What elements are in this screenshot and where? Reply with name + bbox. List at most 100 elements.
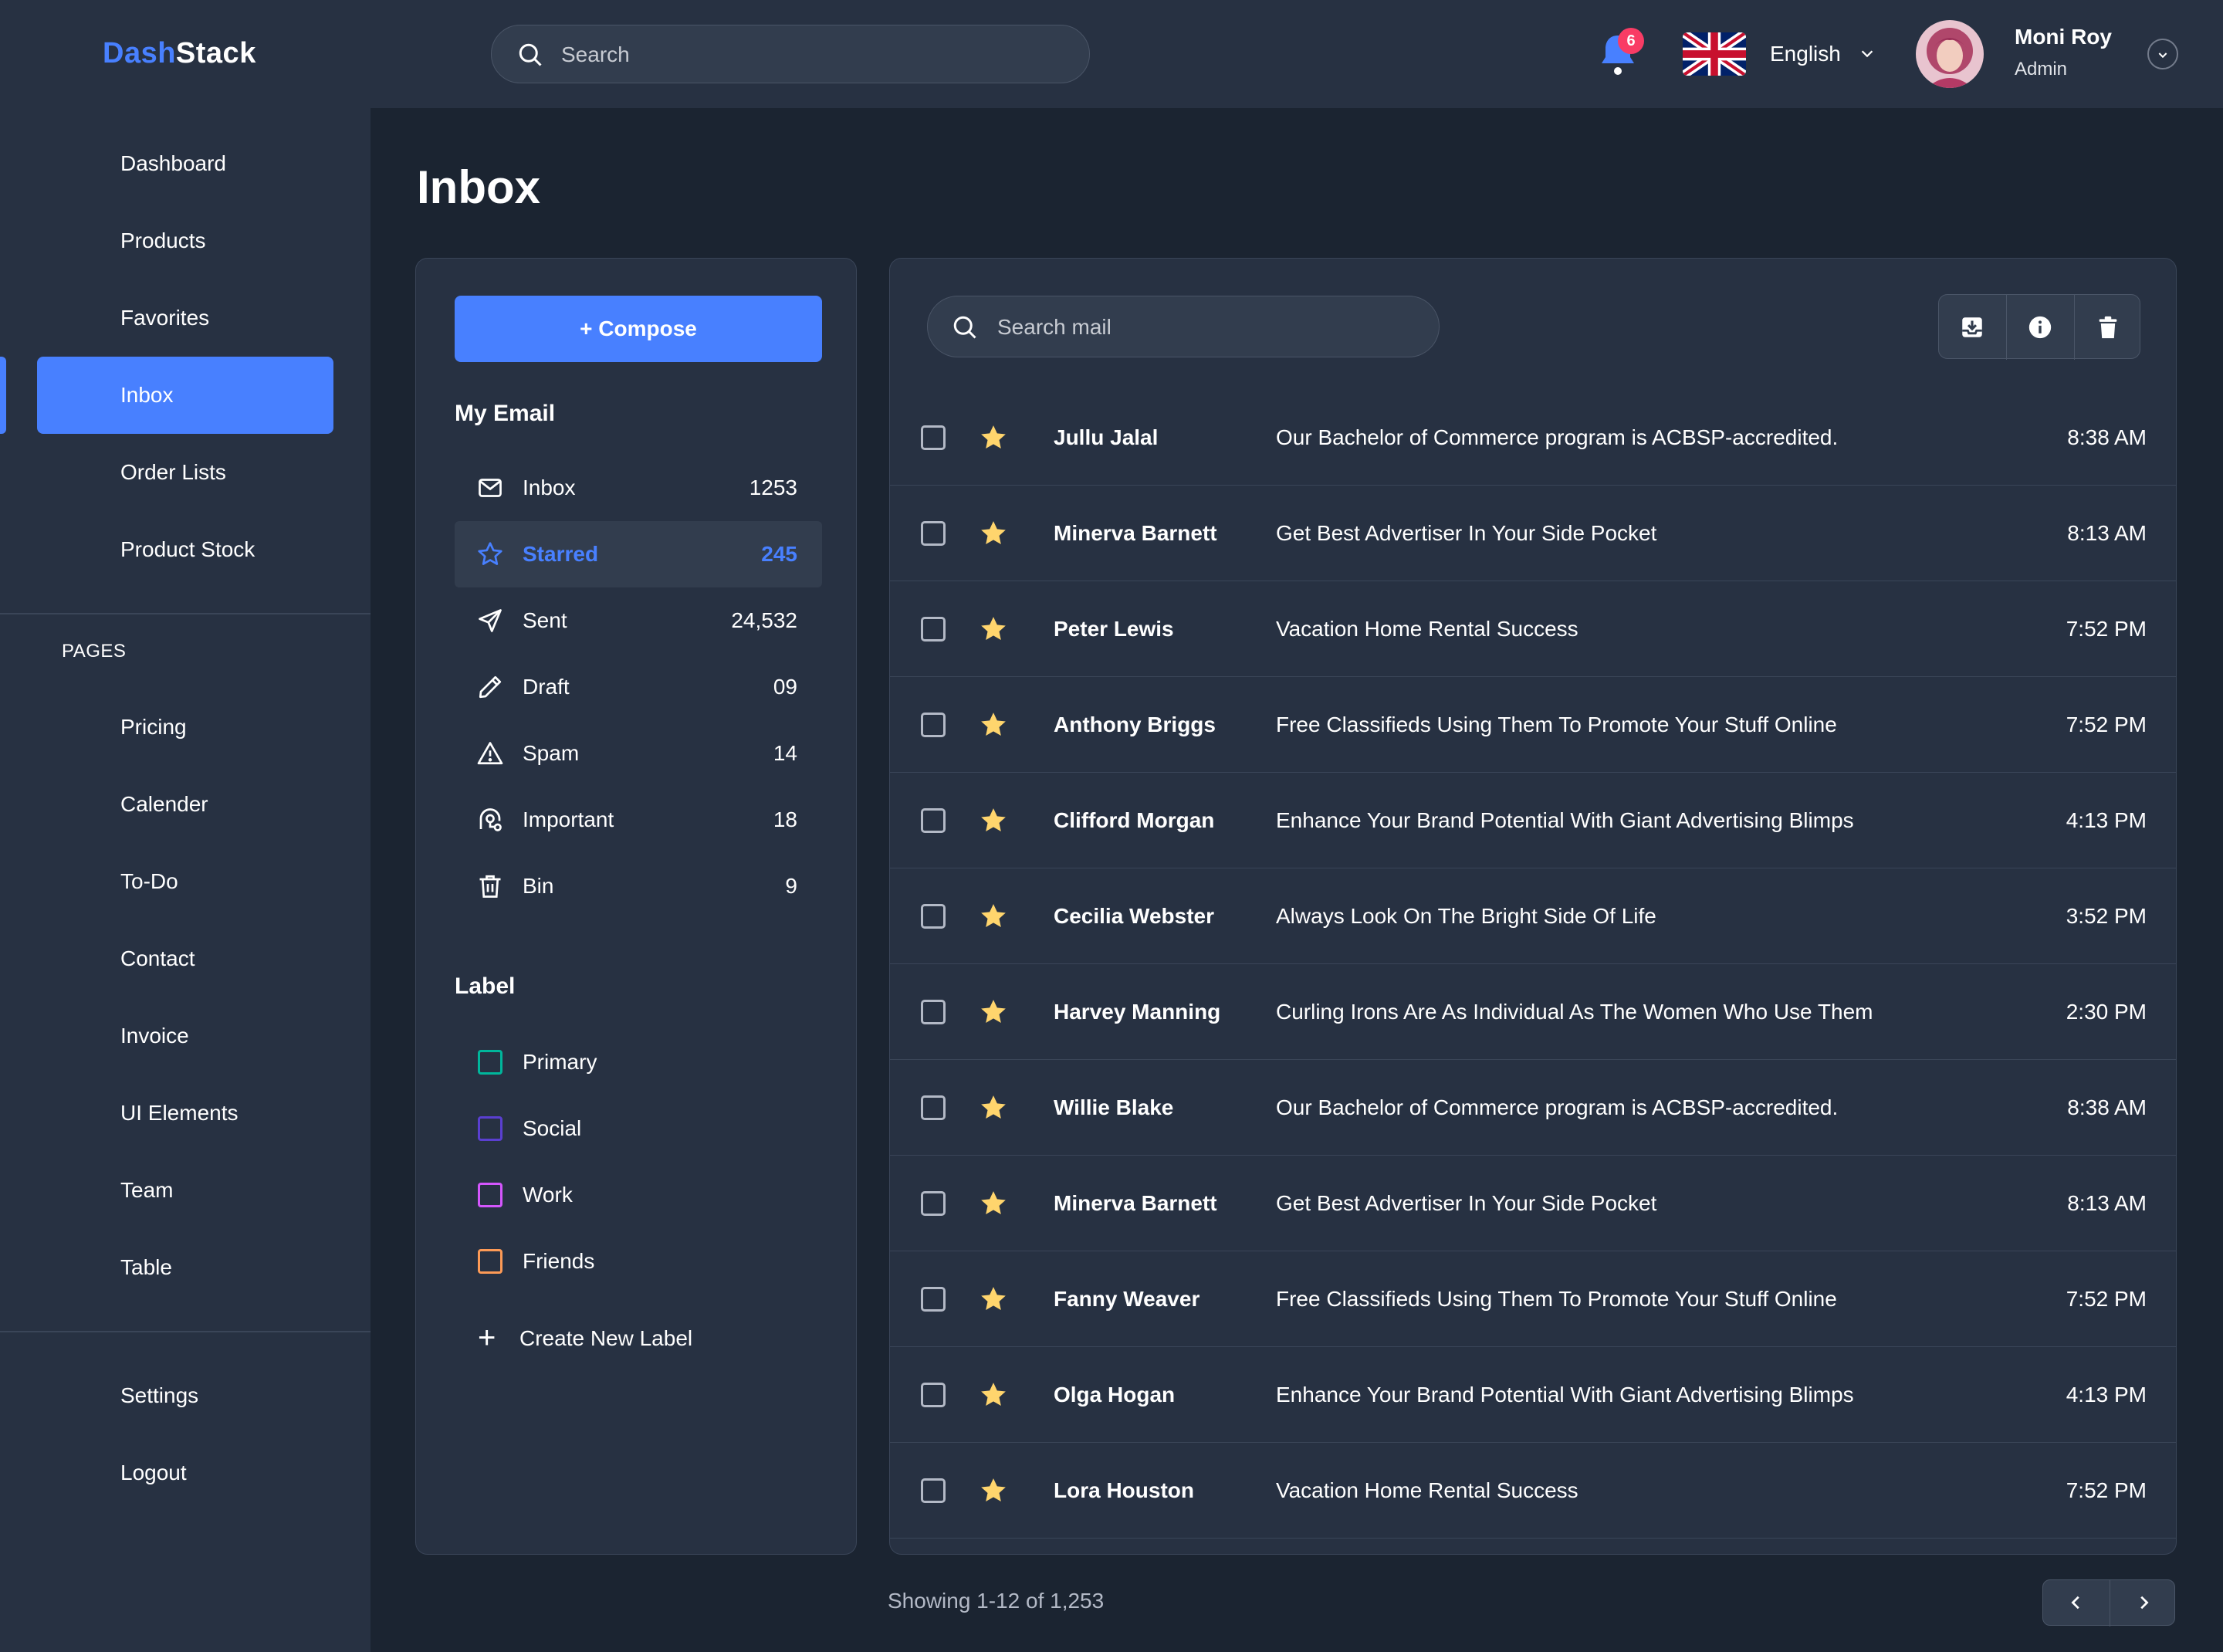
mail-row[interactable]: Cecilia Webster Always Look On The Bright… — [890, 868, 2176, 964]
mail-checkbox[interactable] — [921, 1478, 946, 1503]
star-icon[interactable] — [978, 1379, 1009, 1410]
sidebar-item-invoice[interactable]: Invoice — [37, 997, 333, 1075]
star-icon[interactable] — [978, 1092, 1009, 1123]
mail-checkbox[interactable] — [921, 425, 946, 450]
mail-row[interactable]: Peter Lewis Vacation Home Rental Success 7… — [890, 581, 2176, 677]
search-icon — [953, 316, 976, 339]
sidebar-item-dashboard[interactable]: Dashboard — [37, 125, 333, 202]
folder-sent[interactable]: Sent 24,532 — [455, 587, 822, 654]
mail-row[interactable]: Olga Hogan Enhance Your Brand Potential W… — [890, 1347, 2176, 1443]
sidebar-item-products[interactable]: Products — [37, 202, 333, 279]
envelope-icon — [479, 479, 502, 497]
mail-checkbox[interactable] — [921, 617, 946, 642]
sidebar-item-label: Favorites — [120, 306, 210, 330]
mail-row[interactable]: Minerva Barnett Get Best Advertiser In Yo… — [890, 486, 2176, 581]
folder-draft[interactable]: Draft 09 — [455, 654, 822, 720]
label-checkbox[interactable] — [478, 1050, 502, 1075]
label-checkbox[interactable] — [478, 1183, 502, 1207]
mail-row[interactable]: Clifford Morgan Enhance Your Brand Potent… — [890, 773, 2176, 868]
star-icon[interactable] — [978, 614, 1009, 645]
label-friends[interactable]: Friends — [455, 1228, 822, 1295]
star-icon[interactable] — [978, 709, 1009, 740]
mail-row[interactable]: Jullu Jalal Our Bachelor of Commerce prog… — [890, 390, 2176, 486]
mail-checkbox[interactable] — [921, 904, 946, 929]
folder-starred[interactable]: Starred 245 — [455, 521, 822, 587]
mail-checkbox[interactable] — [921, 1191, 946, 1216]
label-checkbox[interactable] — [478, 1116, 502, 1141]
label-primary[interactable]: Primary — [455, 1029, 822, 1095]
sidebar-item-order-lists[interactable]: Order Lists — [37, 434, 333, 511]
star-icon[interactable] — [978, 422, 1009, 453]
warning-icon — [477, 742, 503, 765]
mail-row[interactable]: Minerva Barnett Get Best Advertiser In Yo… — [890, 1156, 2176, 1251]
label-name: Work — [523, 1183, 573, 1207]
user-menu-button[interactable] — [2147, 39, 2178, 69]
sidebar-item-ui-elements[interactable]: UI Elements — [37, 1075, 333, 1152]
folder-count: 1253 — [749, 476, 797, 499]
sidebar-item-calender[interactable]: Calender — [37, 766, 333, 843]
label-name: Primary — [523, 1050, 597, 1074]
uk-flag-icon[interactable] — [1683, 32, 1746, 76]
folder-count: 24,532 — [731, 608, 797, 632]
folder-count: 14 — [773, 741, 797, 765]
mail-sender: Cecilia Webster — [1054, 904, 1215, 928]
sidebar-item-todo[interactable]: To-Do — [37, 843, 333, 920]
mail-checkbox[interactable] — [921, 1000, 946, 1024]
mail-row[interactable]: Fanny Weaver Free Classifieds Using Them … — [890, 1251, 2176, 1347]
mail-row[interactable]: Lora Houston Vacation Home Rental Success… — [890, 1443, 2176, 1539]
mail-row[interactable]: Anthony Briggs Free Classifieds Using The… — [890, 677, 2176, 773]
chevron-down-icon[interactable] — [1859, 45, 1876, 62]
star-icon[interactable] — [978, 518, 1009, 549]
mail-checkbox[interactable] — [921, 713, 946, 737]
mail-checkbox[interactable] — [921, 808, 946, 833]
mail-time: 3:52 PM — [2066, 904, 2147, 928]
label-social[interactable]: Social — [455, 1095, 822, 1162]
star-icon[interactable] — [978, 901, 1009, 932]
star-icon[interactable] — [978, 1475, 1009, 1506]
info-button[interactable] — [2007, 295, 2074, 360]
mail-checkbox[interactable] — [921, 1287, 946, 1312]
mail-row[interactable]: Harvey Manning Curling Irons Are As Indiv… — [890, 964, 2176, 1060]
mail-subject: Get Best Advertiser In Your Side Pocket — [1276, 521, 1657, 545]
mail-checkbox[interactable] — [921, 1095, 946, 1120]
sidebar-item-inbox[interactable]: Inbox — [37, 357, 333, 434]
sidebar-item-product-stock[interactable]: Product Stock — [37, 511, 333, 588]
star-icon[interactable] — [978, 1188, 1009, 1219]
sidebar-item-contact[interactable]: Contact — [37, 920, 333, 997]
mail-search-input[interactable]: Search mail — [927, 296, 1440, 357]
folder-bin[interactable]: Bin 9 — [455, 853, 822, 919]
compose-button[interactable]: + Compose — [455, 296, 822, 362]
global-search-input[interactable]: Search — [491, 25, 1090, 83]
sidebar-item-table[interactable]: Table — [37, 1229, 333, 1306]
pencil-icon — [479, 675, 502, 699]
create-new-label-button[interactable]: + Create New Label — [455, 1305, 822, 1372]
mail-time: 4:13 PM — [2066, 1383, 2147, 1407]
sidebar-item-favorites[interactable]: Favorites — [37, 279, 333, 357]
star-icon[interactable] — [978, 1284, 1009, 1315]
sidebar-item-team[interactable]: Team — [37, 1152, 333, 1229]
folder-important[interactable]: Important 18 — [455, 787, 822, 853]
label-work[interactable]: Work — [455, 1162, 822, 1228]
avatar[interactable] — [1916, 20, 1984, 88]
previous-page-button[interactable] — [2043, 1580, 2110, 1627]
chevron-right-icon — [2140, 1596, 2149, 1610]
star-icon[interactable] — [978, 997, 1009, 1027]
language-selector[interactable]: English — [1770, 42, 1841, 66]
mail-checkbox[interactable] — [921, 1383, 946, 1407]
chevron-left-icon — [2071, 1596, 2079, 1610]
next-page-button[interactable] — [2110, 1580, 2177, 1627]
sidebar-item-pricing[interactable]: Pricing — [37, 689, 333, 766]
mail-checkbox[interactable] — [921, 521, 946, 546]
mail-search-placeholder: Search mail — [997, 315, 1112, 339]
folder-spam[interactable]: Spam 14 — [455, 720, 822, 787]
sidebar-item-logout[interactable]: Logout — [37, 1434, 333, 1512]
archive-button[interactable] — [1939, 295, 2006, 360]
star-icon[interactable] — [978, 805, 1009, 836]
label-checkbox[interactable] — [478, 1249, 502, 1274]
mail-row[interactable]: Willie Blake Our Bachelor of Commerce pro… — [890, 1060, 2176, 1156]
folder-inbox[interactable]: Inbox 1253 — [455, 455, 822, 521]
mail-subject: Always Look On The Bright Side Of Life — [1276, 904, 1656, 928]
delete-button[interactable] — [2075, 295, 2142, 360]
brand-logo[interactable]: DashStack — [103, 37, 256, 70]
sidebar-item-settings[interactable]: Settings — [37, 1357, 333, 1434]
